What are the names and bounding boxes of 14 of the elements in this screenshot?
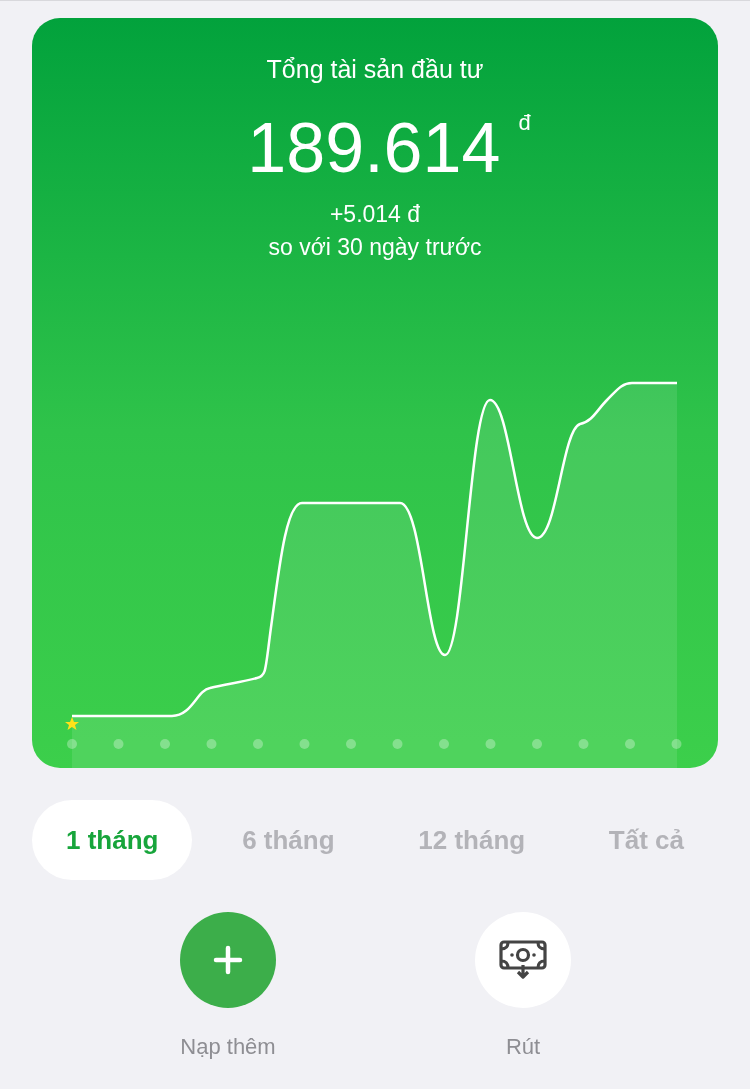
- period-tab[interactable]: Tất cả: [574, 800, 718, 880]
- card-title: Tổng tài sản đầu tư: [266, 54, 484, 84]
- period-tab[interactable]: 1 tháng: [32, 800, 193, 880]
- cash-withdraw-icon: [498, 939, 548, 981]
- change-amount: +5.014 đ: [329, 200, 421, 229]
- action-label: Rút: [505, 1034, 541, 1060]
- comparison-text: so với 30 ngày trước: [268, 233, 482, 262]
- currency-symbol: đ: [518, 110, 531, 136]
- period-tab[interactable]: 6 tháng: [208, 800, 369, 880]
- plus-icon: [213, 945, 243, 975]
- period-tab[interactable]: 12 tháng: [384, 800, 560, 880]
- star-icon: [65, 717, 79, 730]
- total-amount: 189.614: [247, 108, 501, 188]
- action-label: Nạp thêm: [180, 1034, 276, 1060]
